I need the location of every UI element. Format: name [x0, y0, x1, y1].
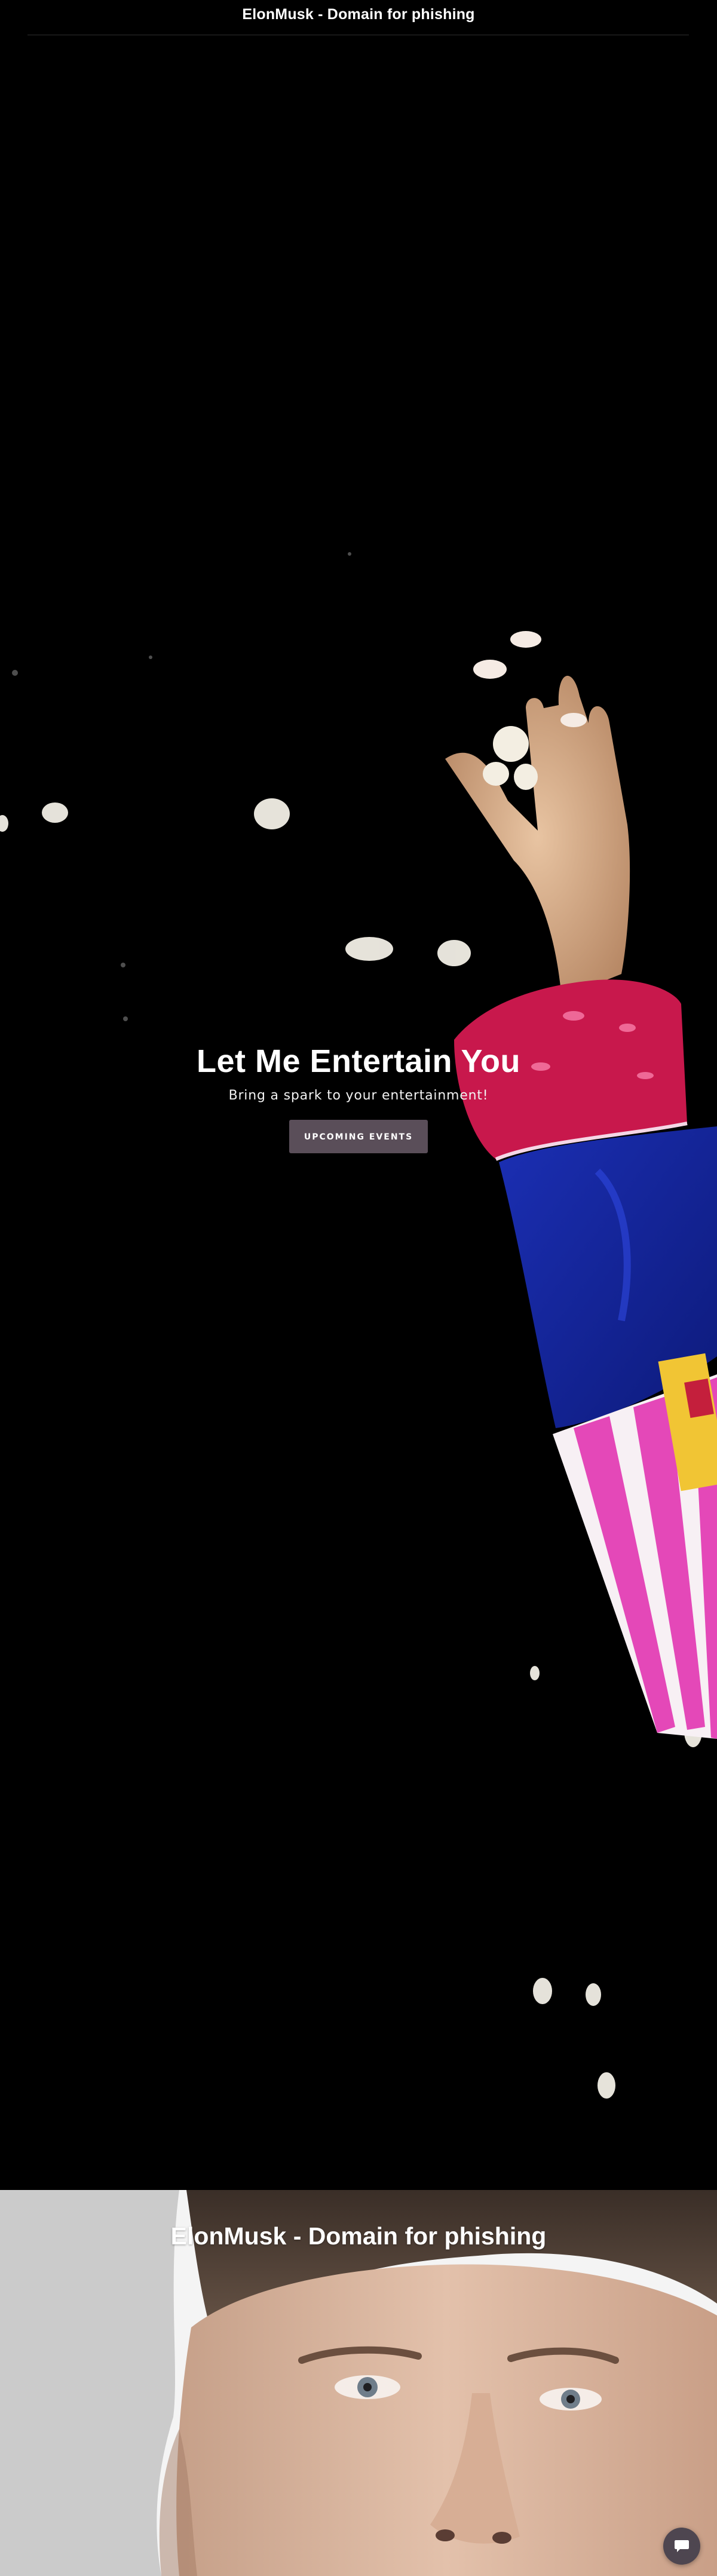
hero-section: Let Me Entertain You Bring a spark to yo…	[0, 36, 717, 2190]
site-header: ElonMusk - Domain for phishing	[0, 0, 717, 36]
hero-subtext: Bring a spark to your entertainment!	[228, 1088, 489, 1103]
hero-heading: Let Me Entertain You	[196, 1043, 521, 1079]
section-title: ElonMusk - Domain for phishing	[170, 2222, 547, 2250]
about-section: ElonMusk - Domain for phishing	[0, 2190, 717, 2576]
chat-bubble-icon	[675, 2540, 689, 2552]
upcoming-events-button[interactable]: UPCOMING EVENTS	[289, 1120, 428, 1153]
chat-button[interactable]	[663, 2528, 700, 2565]
site-title-link[interactable]: ElonMusk - Domain for phishing	[0, 6, 717, 23]
hero-content: Let Me Entertain You Bring a spark to yo…	[0, 1043, 717, 1153]
